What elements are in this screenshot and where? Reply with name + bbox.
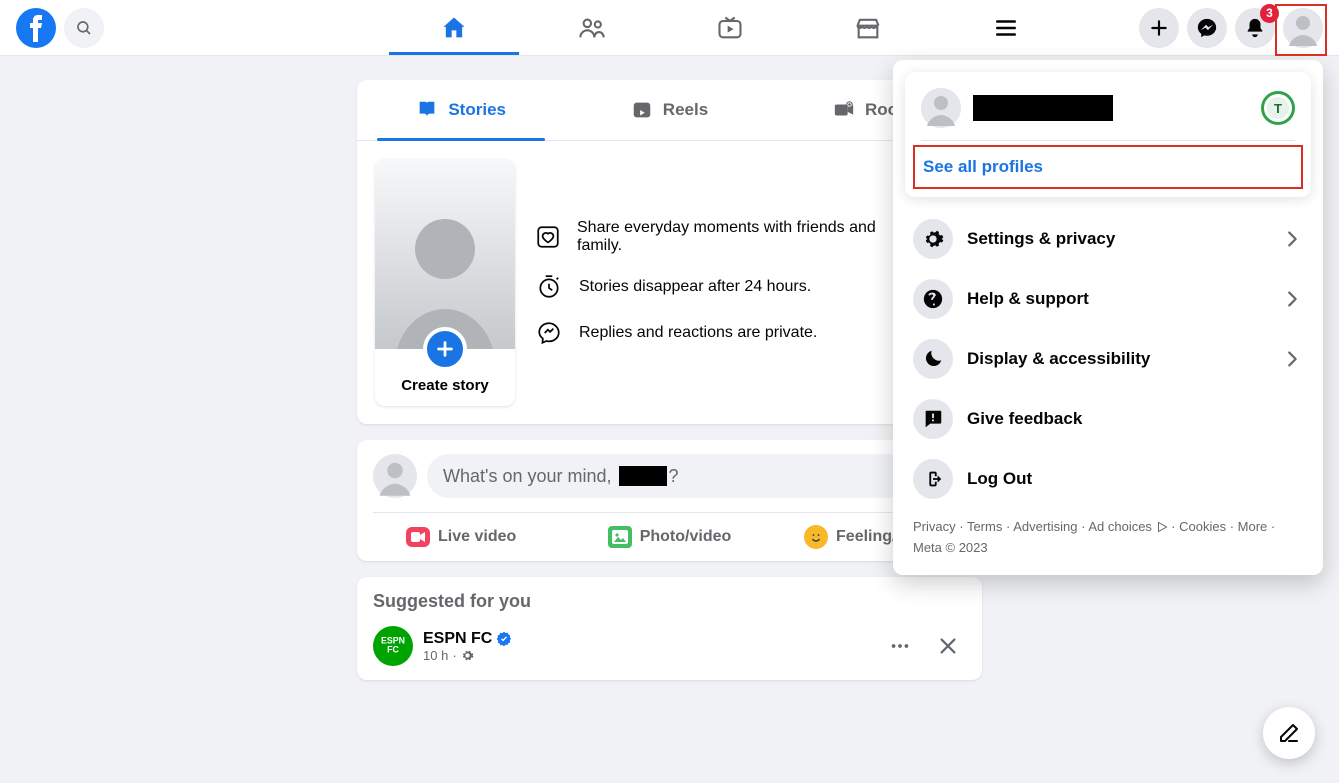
tab-stories-label: Stories: [448, 100, 506, 120]
compose-icon: [1277, 721, 1301, 745]
nav-marketplace[interactable]: [803, 0, 933, 55]
suggested-heading: Suggested for you: [373, 591, 966, 612]
menu-help-support[interactable]: Help & support: [905, 269, 1311, 329]
footer-link[interactable]: Terms: [967, 519, 1002, 534]
redacted-name: [619, 466, 667, 486]
chevron-right-icon: [1281, 348, 1303, 370]
composer-live-video[interactable]: Live video: [357, 513, 565, 561]
help-icon: [922, 288, 944, 310]
avatar-placeholder-icon: [375, 159, 515, 349]
footer-link[interactable]: More: [1238, 519, 1268, 534]
moon-icon: [922, 348, 944, 370]
account-menu: T See all profiles Settings & privacy He…: [893, 60, 1323, 575]
menu-display-accessibility[interactable]: Display & accessibility: [905, 329, 1311, 389]
nav-watch[interactable]: [665, 0, 795, 55]
page-name-link[interactable]: ESPN FC: [423, 630, 512, 648]
footer-link[interactable]: Advertising: [1013, 519, 1077, 534]
messenger-button[interactable]: [1187, 8, 1227, 48]
switch-profile-button[interactable]: T: [1261, 91, 1295, 125]
avatar-icon: [1283, 8, 1323, 48]
menu-give-feedback[interactable]: Give feedback: [905, 389, 1311, 449]
tab-reels[interactable]: Reels: [565, 80, 773, 140]
gear-icon[interactable]: [461, 649, 474, 662]
footer-link[interactable]: Ad choices: [1088, 519, 1152, 534]
messenger-outline-icon: [536, 320, 562, 346]
redacted-account-name: [973, 95, 1113, 121]
post-more-button[interactable]: [882, 628, 918, 664]
watch-icon: [716, 14, 744, 42]
see-all-profiles-link[interactable]: See all profiles: [913, 145, 1303, 189]
verified-icon: [496, 631, 512, 647]
plus-icon: [1149, 18, 1169, 38]
smile-icon: [808, 529, 824, 545]
add-story-icon: [423, 327, 467, 371]
tab-stories[interactable]: Stories: [357, 80, 565, 140]
post-time[interactable]: 10 h: [423, 648, 448, 663]
composer-avatar[interactable]: [373, 454, 417, 498]
stories-card: Stories Reels Rooms: [357, 80, 982, 424]
post-close-button[interactable]: [930, 628, 966, 664]
account-button[interactable]: [1283, 8, 1323, 48]
new-message-button[interactable]: [1263, 707, 1315, 759]
create-button[interactable]: [1139, 8, 1179, 48]
home-icon: [440, 14, 468, 42]
footer-link[interactable]: Privacy: [913, 519, 956, 534]
live-video-icon: [411, 531, 425, 543]
gear-icon: [922, 228, 944, 250]
create-story-tile[interactable]: Create story: [375, 159, 515, 406]
composer-input[interactable]: What's on your mind, ?: [427, 454, 966, 498]
feedback-icon: [922, 408, 944, 430]
reels-icon: [631, 99, 653, 121]
heart-card-icon: [535, 224, 561, 250]
close-icon: [937, 635, 959, 657]
composer-photo-video[interactable]: Photo/video: [565, 513, 773, 561]
menu-icon: [993, 15, 1019, 41]
suggested-card: Suggested for you ESPN FC ESPN FC 10 h ·: [357, 577, 982, 680]
story-info-1: Share everyday moments with friends and …: [535, 219, 888, 255]
account-avatar: [921, 88, 961, 128]
footer-link[interactable]: Cookies: [1179, 519, 1226, 534]
facebook-logo[interactable]: [16, 8, 56, 48]
stories-icon: [416, 99, 438, 121]
story-info-3: Replies and reactions are private.: [535, 319, 888, 347]
tab-reels-label: Reels: [663, 100, 708, 120]
page-avatar[interactable]: ESPN FC: [373, 626, 413, 666]
account-menu-footer: Privacy · Terms · Advertising · Ad choic…: [905, 509, 1311, 563]
marketplace-icon: [854, 14, 882, 42]
more-icon: [889, 635, 911, 657]
friends-icon: [578, 14, 606, 42]
chevron-right-icon: [1281, 288, 1303, 310]
logout-icon: [922, 468, 944, 490]
menu-logout[interactable]: Log Out: [905, 449, 1311, 509]
notifications-badge: 3: [1260, 4, 1279, 23]
nav-friends[interactable]: [527, 0, 657, 55]
story-info-2: Stories disappear after 24 hours.: [535, 273, 888, 301]
chevron-right-icon: [1281, 228, 1303, 250]
timer-icon: [536, 274, 562, 300]
search-icon: [75, 19, 93, 37]
photo-icon: [612, 530, 628, 544]
top-navigation: 3: [0, 0, 1339, 56]
rooms-icon: [833, 99, 855, 121]
adchoices-icon: [1156, 521, 1168, 533]
composer-card: What's on your mind, ? Live video Photo/…: [357, 440, 982, 561]
account-profile-row[interactable]: T: [913, 80, 1303, 136]
messenger-icon: [1196, 17, 1218, 39]
notifications-button[interactable]: 3: [1235, 8, 1275, 48]
nav-home[interactable]: [389, 0, 519, 55]
menu-settings-privacy[interactable]: Settings & privacy: [905, 209, 1311, 269]
search-button[interactable]: [64, 8, 104, 48]
nav-menu[interactable]: [941, 0, 1071, 55]
